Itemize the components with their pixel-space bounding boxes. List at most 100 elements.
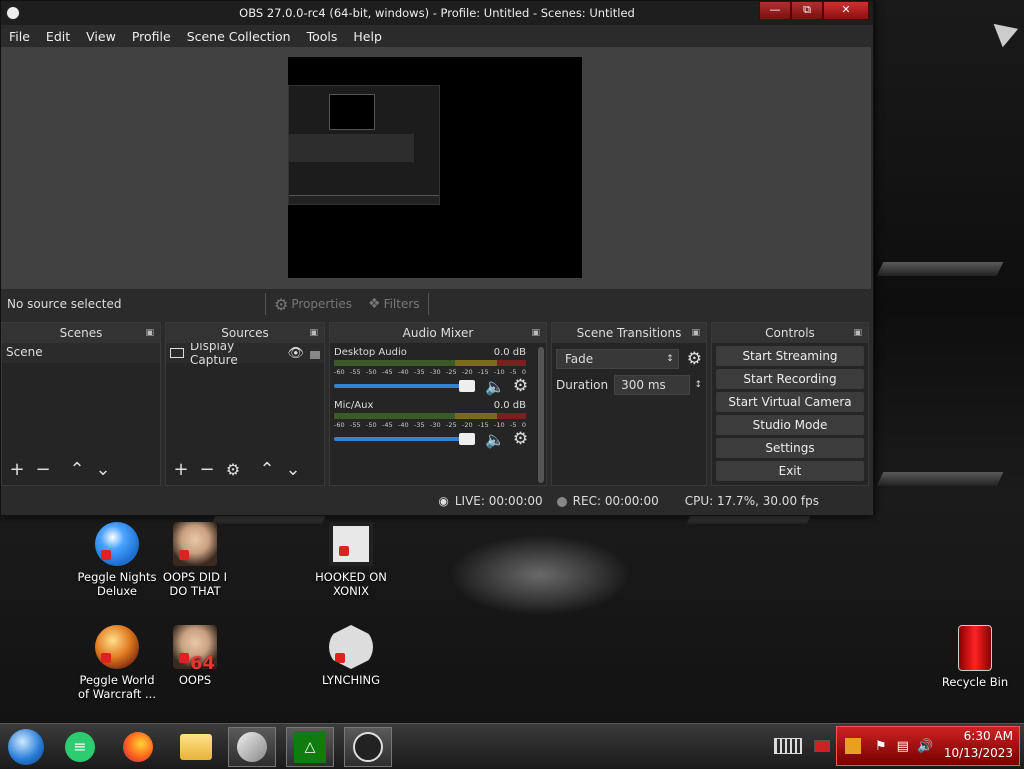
speaker-icon[interactable]: 🔈 (485, 430, 505, 449)
desktop-icon-lynching[interactable]: LYNCHING (311, 625, 391, 687)
live-status: ◉ LIVE: 00:00:00 (438, 494, 543, 508)
undock-icon[interactable]: ▣ (691, 323, 700, 343)
remove-source-icon[interactable]: − (196, 459, 218, 481)
exit-button[interactable]: Exit (716, 461, 864, 481)
duration-spinbox[interactable]: 300 ms (614, 375, 691, 395)
obs-icon[interactable] (344, 727, 392, 767)
preview-nested-capture (288, 85, 440, 205)
title-bar[interactable]: OBS 27.0.0-rc4 (64-bit, windows) - Profi… (1, 1, 873, 25)
broadcast-icon: ◉ (438, 494, 449, 508)
menu-file[interactable]: File (1, 29, 38, 44)
record-dot-icon (556, 496, 567, 507)
notes-app-icon[interactable]: ≡ (56, 727, 104, 767)
desktop-icon-peggle-nights[interactable]: Peggle Nights Deluxe (77, 522, 157, 598)
desktop-icon-peggle-wow[interactable]: Peggle World of Warcraft ... (77, 625, 157, 701)
menu-view[interactable]: View (78, 29, 124, 44)
portrait-icon (173, 522, 217, 566)
start-orb-icon[interactable] (2, 727, 50, 767)
channel-settings-gear-icon[interactable]: ⚙ (513, 429, 528, 449)
volume-icon[interactable]: 🔊 (917, 739, 933, 754)
menu-edit[interactable]: Edit (38, 29, 78, 44)
volume-slider[interactable] (334, 433, 475, 445)
maximize-button[interactable]: ⧉ (791, 1, 823, 20)
add-source-icon[interactable]: + (170, 459, 192, 481)
visibility-eye-icon[interactable]: 👁 (287, 346, 304, 361)
audio-mixer-dock: Audio Mixer ▣ Desktop Audio 0.0 dB -60 -55… (329, 322, 547, 486)
filters-button[interactable]: ❖ Filters (368, 296, 420, 312)
remove-scene-icon[interactable]: − (32, 459, 54, 481)
minimize-button[interactable]: — (759, 1, 791, 20)
settings-button[interactable]: Settings (716, 438, 864, 458)
tray-app-icon[interactable] (814, 740, 830, 752)
desktop-icon-recycle-bin[interactable]: Recycle Bin (935, 625, 1015, 689)
firefox-icon[interactable] (114, 727, 162, 767)
menu-scene-collection[interactable]: Scene Collection (179, 29, 299, 44)
mixer-channel-mic: Mic/Aux 0.0 dB -60 -55 -50 -45 -40 -35 -30 -25-… (334, 400, 529, 449)
clock[interactable]: 6:30 AM 10/13/2023 (944, 728, 1013, 762)
transition-select[interactable]: Fade ↕ (556, 349, 679, 369)
menu-tools[interactable]: Tools (299, 29, 346, 44)
window-controls: — ⧉ ✕ (759, 1, 869, 20)
speaker-icon[interactable]: 🔈 (485, 377, 505, 396)
xbox-icon[interactable]: △ (286, 727, 334, 767)
start-virtual-camera-button[interactable]: Start Virtual Camera (716, 392, 864, 412)
move-down-icon[interactable]: ⌄ (92, 459, 114, 481)
lock-icon[interactable] (310, 350, 320, 359)
mouse-cursor-icon (985, 14, 1019, 48)
wallpaper-stripe (876, 262, 1004, 276)
sketchup-pro-icon[interactable] (228, 727, 276, 767)
tray-orange-app-icon[interactable] (845, 738, 861, 754)
move-up-icon[interactable]: ⌃ (256, 459, 278, 481)
studio-mode-button[interactable]: Studio Mode (716, 415, 864, 435)
transition-settings-gear-icon[interactable]: ⚙ (687, 349, 702, 369)
source-list-item[interactable]: Display Capture 👁 (166, 339, 324, 367)
scene-transitions-header: Scene Transitions ▣ (552, 323, 706, 343)
volume-meter (334, 360, 526, 366)
volume-meter (334, 413, 526, 419)
start-streaming-button[interactable]: Start Streaming (716, 346, 864, 366)
source-toolbar: No source selected ⚙ Properties ❖ Filters (1, 289, 871, 319)
scene-list-item[interactable]: Scene (2, 343, 160, 363)
desktop-icon-oops[interactable]: 64 OOPS (155, 625, 235, 687)
portrait-icon: 64 (173, 625, 217, 673)
scenes-dock: Scenes ▣ Scene + − ⌃ ⌄ (1, 322, 161, 486)
mixer-scrollbar[interactable] (538, 347, 544, 483)
source-properties-gear-icon[interactable]: ⚙ (222, 459, 244, 481)
move-up-icon[interactable]: ⌃ (66, 459, 88, 481)
undock-icon[interactable]: ▣ (853, 323, 862, 343)
slider-handle[interactable] (459, 380, 475, 392)
controls-header: Controls ▣ (712, 323, 868, 343)
move-down-icon[interactable]: ⌄ (282, 459, 304, 481)
flag-icon[interactable]: ⚑ (875, 739, 887, 754)
channel-settings-gear-icon[interactable]: ⚙ (513, 376, 528, 396)
rec-status: REC: 00:00:00 (556, 494, 659, 508)
file-explorer-icon[interactable] (172, 727, 220, 767)
undock-icon[interactable]: ▣ (531, 323, 540, 343)
filter-icon: ❖ (368, 296, 381, 312)
menu-help[interactable]: Help (345, 29, 390, 44)
slider-handle[interactable] (459, 433, 475, 445)
keyboard-icon[interactable] (774, 738, 802, 754)
gear-icon: ⚙ (274, 294, 289, 314)
preview-canvas[interactable] (288, 57, 582, 278)
start-recording-button[interactable]: Start Recording (716, 369, 864, 389)
desktop-icon-hooked-on-xonix[interactable]: HOOKED ON XONIX (311, 522, 391, 598)
undock-icon[interactable]: ▣ (145, 323, 154, 343)
close-button[interactable]: ✕ (823, 1, 869, 20)
recycle-bin-icon (958, 625, 992, 671)
monitor-icon (170, 348, 184, 358)
xonix-icon (329, 522, 373, 566)
spin-arrows-icon[interactable]: ↕ (694, 380, 702, 390)
desktop-icon-oops-did-i-do-that[interactable]: OOPS DID I DO THAT (155, 522, 235, 598)
menu-profile[interactable]: Profile (124, 29, 179, 44)
undock-icon[interactable]: ▣ (309, 323, 318, 343)
sources-toolbar: + − ⚙ ⌃ ⌄ (166, 459, 324, 481)
add-scene-icon[interactable]: + (6, 459, 28, 481)
menu-bar: File Edit View Profile Scene Collection … (1, 25, 873, 47)
wallpaper-stripe (876, 472, 1004, 486)
volume-slider[interactable] (334, 380, 475, 392)
sources-dock: Sources ▣ Display Capture 👁 + − ⚙ ⌃ ⌄ (165, 322, 325, 486)
network-icon[interactable]: ▤ (897, 739, 909, 754)
properties-button[interactable]: ⚙ Properties (274, 295, 352, 314)
chevron-updown-icon: ↕ (666, 354, 674, 364)
